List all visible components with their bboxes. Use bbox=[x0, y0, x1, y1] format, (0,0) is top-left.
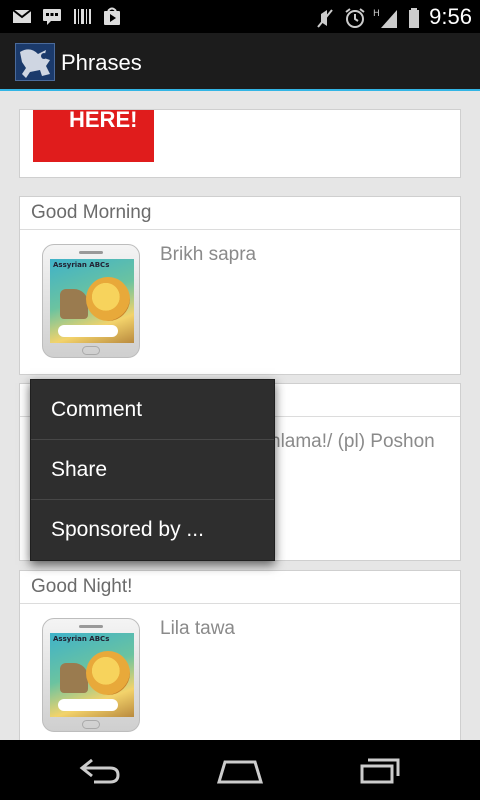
phrase-card-title: Good Night! bbox=[20, 571, 460, 604]
action-bar: Phrases bbox=[0, 33, 480, 89]
ad-card[interactable]: HERE! bbox=[19, 109, 461, 178]
phone-screen-toolbar bbox=[58, 699, 118, 711]
phone-screen-toolbar bbox=[58, 325, 118, 337]
app-promo-image[interactable]: Assyrian ABCs bbox=[42, 244, 140, 358]
talk-icon bbox=[42, 6, 62, 26]
signal-icon: H bbox=[373, 7, 399, 28]
phrase-text: hlama!/ (pl) Poshon bbox=[270, 431, 435, 452]
phone-speaker bbox=[79, 251, 103, 254]
app-promo-image[interactable]: Assyrian ABCs bbox=[42, 618, 140, 732]
barcode-icon bbox=[72, 6, 92, 26]
phrase-card[interactable]: Good Night! Assyrian ABCs Lila tawa bbox=[19, 570, 461, 740]
system-status-icons: H 9:56 bbox=[315, 5, 472, 29]
menu-item-sponsored-by[interactable]: Sponsored by ... bbox=[31, 500, 274, 560]
mute-icon bbox=[315, 7, 335, 28]
lion-icon bbox=[86, 277, 130, 321]
menu-item-share[interactable]: Share bbox=[31, 440, 274, 500]
phone-home-button bbox=[82, 720, 100, 729]
phone-screen-title: Assyrian ABCs bbox=[53, 635, 110, 643]
phrase-text: Brikh sapra bbox=[160, 244, 257, 265]
phone-screen: Assyrian ABCs bbox=[50, 259, 134, 343]
popup-menu: Comment Share Sponsored by ... bbox=[30, 379, 275, 561]
network-type-label: H bbox=[373, 9, 380, 19]
lamassu-logo-icon[interactable] bbox=[15, 43, 55, 81]
home-icon[interactable] bbox=[216, 754, 264, 786]
phone-screen-title: Assyrian ABCs bbox=[53, 261, 110, 269]
status-bar: H 9:56 bbox=[0, 0, 480, 33]
notification-icons bbox=[12, 6, 122, 26]
back-icon[interactable] bbox=[78, 754, 122, 786]
ad-banner-text: HERE! bbox=[69, 110, 138, 132]
phrase-card-title: Good Morning bbox=[20, 197, 460, 230]
phone-screen: Assyrian ABCs bbox=[50, 633, 134, 717]
lion-icon bbox=[86, 651, 130, 695]
phrase-card[interactable]: Good Morning Assyrian ABCs Brikh sapra bbox=[19, 196, 461, 375]
phone-speaker bbox=[79, 625, 103, 628]
recent-apps-icon[interactable] bbox=[358, 754, 402, 786]
navigation-bar bbox=[0, 740, 480, 800]
rock-shape bbox=[60, 663, 88, 693]
battery-icon bbox=[408, 7, 420, 28]
play-store-icon bbox=[102, 6, 122, 26]
ad-banner[interactable]: HERE! bbox=[33, 110, 154, 162]
clock: 9:56 bbox=[429, 4, 472, 29]
rock-shape bbox=[60, 289, 88, 319]
phrase-text: Lila tawa bbox=[160, 618, 235, 639]
page-title: Phrases bbox=[61, 50, 142, 75]
alarm-icon bbox=[344, 7, 365, 28]
gmail-icon bbox=[12, 6, 32, 26]
phone-home-button bbox=[82, 346, 100, 355]
menu-item-comment[interactable]: Comment bbox=[31, 380, 274, 440]
